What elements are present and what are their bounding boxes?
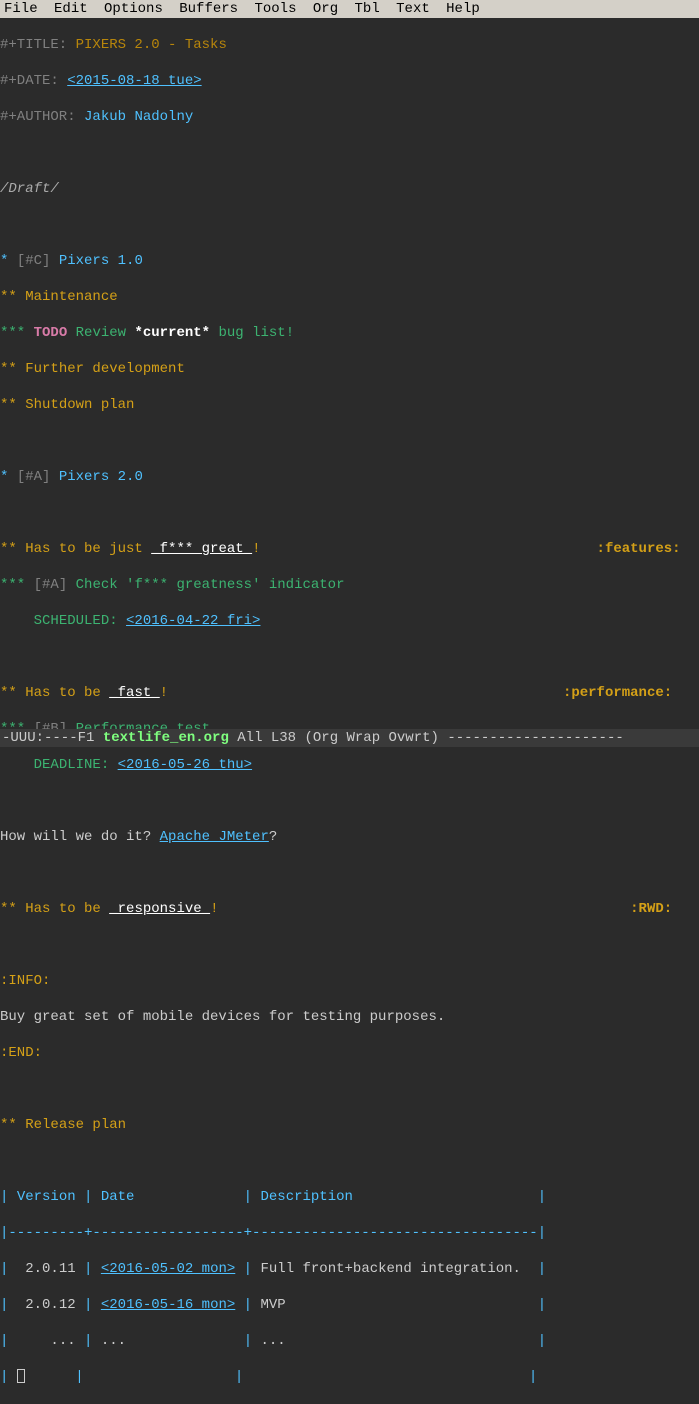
heading-fast-pre: Has to be: [25, 685, 109, 701]
heading-star: *: [0, 253, 8, 269]
heading-star: **: [0, 541, 17, 557]
menu-edit[interactable]: Edit: [54, 1, 88, 17]
spacer: [260, 541, 596, 557]
link-jmeter[interactable]: Apache JMeter: [160, 829, 269, 845]
heading-maintenance: Maintenance: [25, 289, 117, 305]
menu-tbl[interactable]: Tbl: [355, 1, 380, 17]
heading-star: ***: [0, 325, 25, 341]
cursor: [17, 1369, 25, 1383]
modeline-tail: ---------------------: [447, 730, 623, 746]
heading-buglist: bug list!: [219, 325, 295, 341]
todo-keyword: TODO: [34, 325, 68, 341]
scheduled-keyword: SCHEDULED:: [34, 613, 118, 629]
body-text: How will we do it?: [0, 829, 160, 845]
heading-fast-post: !: [160, 685, 168, 701]
heading-resp-pre: Has to be: [25, 901, 109, 917]
heading-star: **: [0, 289, 17, 305]
date-value: <2015-08-18 tue>: [67, 73, 201, 89]
heading-review: Review: [76, 325, 126, 341]
mode-line[interactable]: -UUU:----F1 textlife_en.org All L38 (Org…: [0, 729, 699, 747]
table-separator: |---------+------------------+----------…: [0, 1224, 699, 1242]
heading-great-pre: Has to be just: [25, 541, 151, 557]
heading-pixers2: Pixers 2.0: [59, 469, 143, 485]
table-row: | ... | ... | ... |: [0, 1332, 699, 1350]
underline-responsive: _responsive_: [109, 901, 210, 917]
heading-star: **: [0, 397, 17, 413]
table-row: | Version | Date | Description |: [0, 1188, 699, 1206]
underline-fast: _fast_: [109, 685, 159, 701]
menu-buffers[interactable]: Buffers: [179, 1, 238, 17]
body-text: ?: [269, 829, 277, 845]
priority-c: [#C]: [17, 253, 51, 269]
menu-text[interactable]: Text: [396, 1, 430, 17]
minibuffer[interactable]: [0, 747, 699, 759]
table-row: | 2.0.11 | <2016-05-02 mon> | Full front…: [0, 1260, 699, 1278]
draft-marker: /Draft/: [0, 181, 59, 197]
spacer: [168, 685, 563, 701]
heading-star: *: [0, 469, 8, 485]
spacer: [218, 901, 630, 917]
scheduled-date: <2016-04-22 fri>: [126, 613, 260, 629]
heading-shutdown: Shutdown plan: [25, 397, 134, 413]
heading-resp-post: !: [210, 901, 218, 917]
tag-rwd: :RWD:: [630, 901, 672, 917]
heading-further: Further development: [25, 361, 185, 377]
table-row: | 2.0.12 | <2016-05-16 mon> | MVP |: [0, 1296, 699, 1314]
heading-star: ***: [0, 577, 25, 593]
deadline-date: <2016-05-26 thu>: [118, 757, 252, 773]
table-row: | | | |: [0, 1368, 699, 1386]
drawer-info-end: :END:: [0, 1045, 42, 1061]
modeline-flags: -UUU:----F1: [2, 730, 94, 746]
modeline-mode: (Org Wrap Ovwrt): [304, 730, 438, 746]
heading-check: Check 'f*** greatness' indicator: [76, 577, 345, 593]
drawer-info-open: :INFO:: [0, 973, 50, 989]
menu-bar[interactable]: File Edit Options Buffers Tools Org Tbl …: [0, 0, 699, 18]
menu-org[interactable]: Org: [313, 1, 338, 17]
drawer-body: Buy great set of mobile devices for test…: [0, 1009, 445, 1025]
heading-star: **: [0, 361, 17, 377]
heading-star: **: [0, 901, 17, 917]
date-keyword: #+DATE:: [0, 73, 59, 89]
priority-a: [#A]: [17, 469, 51, 485]
heading-star: **: [0, 1117, 17, 1133]
modeline-filename: textlife_en.org: [103, 730, 229, 746]
menu-help[interactable]: Help: [446, 1, 480, 17]
priority-a: [#A]: [34, 577, 68, 593]
author-keyword: #+AUTHOR:: [0, 109, 76, 125]
tag-performance: :performance:: [563, 685, 672, 701]
title-keyword: #+TITLE:: [0, 37, 67, 53]
menu-tools[interactable]: Tools: [254, 1, 296, 17]
bold-current: *current*: [134, 325, 210, 341]
heading-star: **: [0, 685, 17, 701]
author-value: Jakub Nadolny: [84, 109, 193, 125]
heading-release: Release plan: [25, 1117, 126, 1133]
title-value: PIXERS 2.0 - Tasks: [76, 37, 227, 53]
heading-pixers1: Pixers 1.0: [59, 253, 143, 269]
editor-buffer[interactable]: #+TITLE: PIXERS 2.0 - Tasks #+DATE: <201…: [0, 18, 699, 1404]
menu-file[interactable]: File: [4, 1, 38, 17]
deadline-keyword: DEADLINE:: [34, 757, 110, 773]
menu-options[interactable]: Options: [104, 1, 163, 17]
underline-great: _f*** great_: [151, 541, 252, 557]
modeline-position: All L38: [237, 730, 296, 746]
tag-features: :features:: [597, 541, 681, 557]
